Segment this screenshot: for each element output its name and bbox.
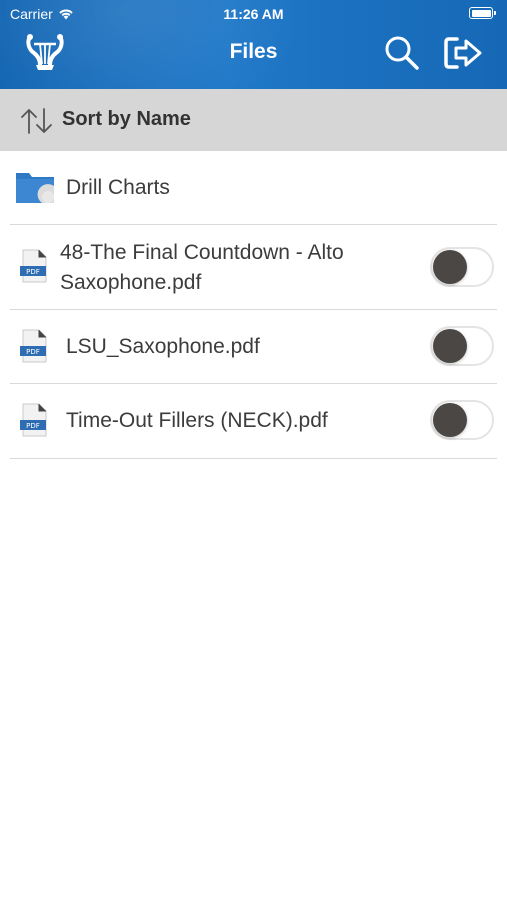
list-item-file[interactable]: PDF Time-Out Fillers (NECK).pdf [0,384,507,458]
folder-name: Drill Charts [66,176,170,199]
battery-icon [469,7,496,19]
pdf-file-icon: PDF [20,329,47,363]
offline-toggle[interactable] [430,400,494,440]
nav-bar: Files [0,28,507,89]
row-divider [10,458,497,459]
sort-bar[interactable]: Sort by Name [0,89,507,151]
status-time: 11:26 AM [223,6,284,22]
pdf-file-icon: PDF [20,249,47,283]
file-name-line1: 48-The Final Countdown - Alto [60,241,344,264]
file-name: LSU_Saxophone.pdf [66,335,260,358]
sort-arrows-icon [21,108,52,134]
search-icon[interactable] [383,34,421,72]
toggle-knob [433,250,467,284]
app-header: Carrier 11:26 AM Files [0,0,507,89]
logout-icon[interactable] [443,35,483,71]
list-item-file[interactable]: PDF 48-The Final Countdown - Alto Saxoph… [0,225,507,309]
sort-label: Sort by Name [62,108,191,130]
offline-toggle[interactable] [430,247,494,287]
toggle-knob [433,403,467,437]
pdf-file-icon: PDF [20,403,47,437]
page-title: Files [229,40,278,63]
file-name: Time-Out Fillers (NECK).pdf [66,409,328,432]
status-bar: Carrier 11:26 AM [0,0,507,28]
pdf-badge: PDF [26,422,40,430]
list-item-file[interactable]: PDF LSU_Saxophone.pdf [0,310,507,383]
folder-icon [16,173,54,203]
offline-toggle[interactable] [430,326,494,366]
list-item-folder[interactable]: Drill Charts [0,151,507,224]
pdf-badge: PDF [26,268,40,276]
file-name-line2: Saxophone.pdf [60,271,202,294]
toggle-knob [433,329,467,363]
pdf-badge: PDF [26,348,40,356]
